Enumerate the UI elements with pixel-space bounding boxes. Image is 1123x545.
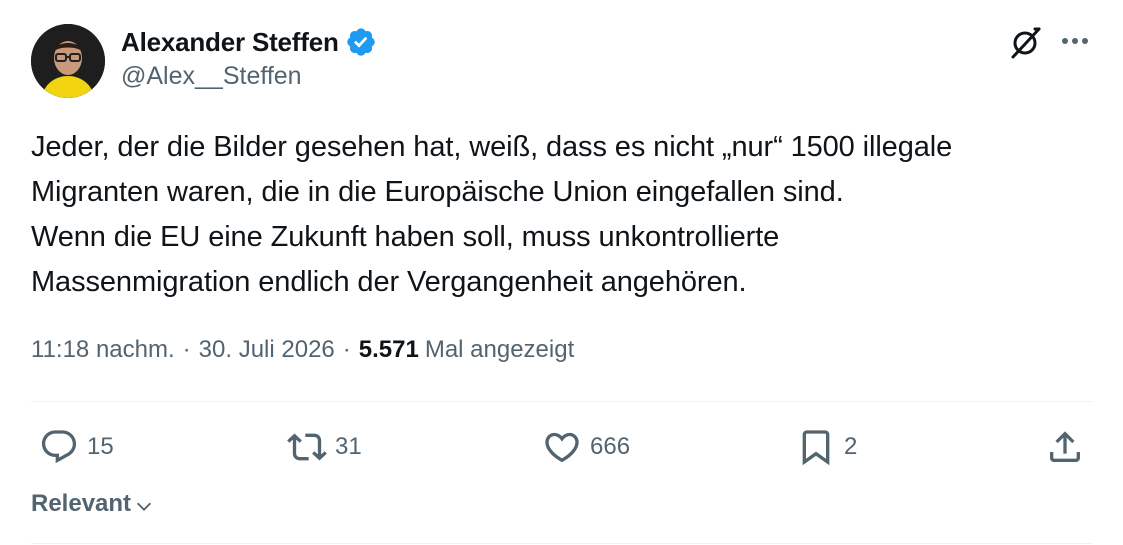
views-label: Mal angezeigt: [424, 336, 575, 363]
chevron-down-icon: [136, 502, 152, 511]
reply-count: 15: [87, 433, 114, 460]
author-name-row[interactable]: Alexander Steffen: [121, 26, 377, 58]
author-display-name[interactable]: Alexander Steffen: [121, 27, 339, 58]
action-bar: 15 31 666 2: [31, 422, 1093, 472]
avatar-image: [31, 24, 105, 98]
grok-icon[interactable]: [1006, 24, 1044, 62]
tweet-date[interactable]: 30. Juli 2026: [199, 336, 335, 364]
reply-button[interactable]: 15: [39, 422, 114, 472]
retweet-count: 31: [335, 433, 362, 460]
bookmark-count: 2: [844, 433, 858, 460]
author-handle[interactable]: @Alex__Steffen: [121, 62, 302, 91]
like-button[interactable]: 666: [542, 422, 630, 472]
bookmark-icon: [802, 430, 830, 466]
sort-label: Relevant: [31, 490, 132, 517]
tweet-card: Alexander Steffen @Alex__Steffen Jeder, …: [0, 0, 1123, 545]
reply-icon: [41, 430, 77, 464]
retweet-button[interactable]: 31: [287, 422, 362, 472]
more-horizontal-icon[interactable]: [1058, 26, 1092, 56]
retweet-icon: [287, 433, 327, 461]
divider: [31, 401, 1093, 402]
meta-separator: ·: [182, 336, 191, 363]
verified-badge-icon[interactable]: [345, 26, 377, 58]
heart-icon: [545, 432, 579, 463]
share-button[interactable]: [1045, 422, 1085, 472]
tweet-meta: 11:18 nachm. · 30. Juli 2026 · 5.571 Mal…: [31, 336, 574, 364]
meta-separator: ·: [342, 336, 351, 363]
tweet-time[interactable]: 11:18 nachm.: [31, 336, 175, 364]
like-count: 666: [590, 433, 631, 460]
views-count[interactable]: 5.571: [359, 336, 419, 364]
avatar[interactable]: [31, 24, 105, 98]
divider: [31, 543, 1093, 544]
tweet-text: Jeder, der die Bilder gesehen hat, weiß,…: [31, 131, 953, 298]
bookmark-button[interactable]: 2: [796, 422, 857, 472]
share-icon: [1050, 431, 1080, 462]
reply-sort-dropdown[interactable]: Relevant: [31, 490, 155, 518]
